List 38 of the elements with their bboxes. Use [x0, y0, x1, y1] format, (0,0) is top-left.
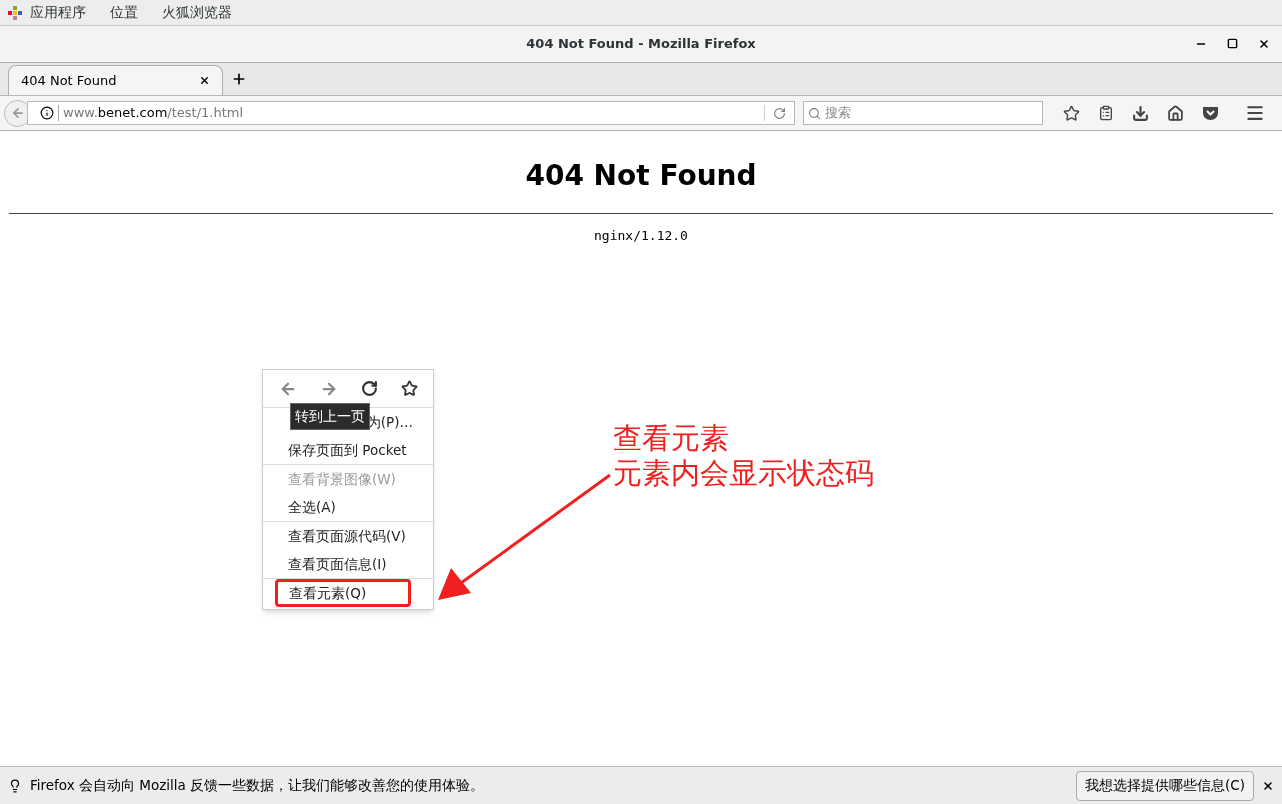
menu-item[interactable]: 全选(A) — [263, 493, 433, 521]
close-icon[interactable] — [199, 75, 210, 86]
menu-item[interactable]: 查看页面源代码(V) — [263, 522, 433, 550]
annotation-text: 查看元素 — [613, 421, 730, 456]
address-field[interactable]: www.benet.com/test/1.html — [27, 101, 795, 125]
maximize-icon[interactable] — [1227, 38, 1238, 49]
menu-icon[interactable] — [1245, 103, 1265, 123]
new-tab-icon[interactable] — [231, 71, 247, 87]
notification-text: Firefox 会自动向 Mozilla 反馈一些数据，让我们能够改善您的使用体验。 — [30, 776, 486, 796]
bookmark-star-icon[interactable] — [400, 380, 418, 397]
window-title: 404 Not Found - Mozilla Firefox — [526, 35, 756, 54]
clipboard-icon[interactable] — [1098, 105, 1114, 121]
menu-item[interactable]: 位置 — [110, 2, 138, 23]
choose-info-button[interactable]: 我想选择提供哪些信息(C) — [1076, 770, 1254, 801]
close-icon[interactable] — [1258, 38, 1270, 50]
search-icon — [808, 106, 821, 120]
server-text: nginx/1.12.0 — [594, 227, 688, 245]
reload-icon[interactable] — [360, 380, 378, 397]
url-text: www.benet.com/test/1.html — [63, 104, 245, 123]
close-icon[interactable] — [1262, 779, 1274, 792]
info-icon[interactable] — [40, 106, 54, 120]
menu-item[interactable]: 保存页面到 Pocket — [263, 436, 433, 464]
lightbulb-icon — [8, 778, 22, 793]
menu-item[interactable]: 查看元素(Q) — [275, 579, 411, 607]
menu-item[interactable]: 应用程序 — [30, 2, 86, 23]
back-icon — [10, 106, 25, 120]
bookmark-star-icon[interactable] — [1063, 104, 1080, 122]
menu-item[interactable]: 查看页面信息(I) — [263, 550, 433, 578]
shield-icon[interactable] — [1202, 105, 1219, 121]
annotation-text: 元素内会显示状态码 — [613, 455, 874, 491]
tooltip: 转到上一页 — [290, 403, 370, 430]
browser-tab[interactable]: 404 Not Found — [8, 65, 223, 95]
search-field[interactable]: 搜索 — [803, 101, 1043, 125]
menu-item[interactable]: 火狐浏览器 — [162, 2, 232, 23]
download-icon[interactable] — [1132, 104, 1149, 122]
page-heading: 404 Not Found — [525, 158, 757, 194]
home-icon[interactable] — [1167, 104, 1184, 122]
app-grid-icon — [8, 5, 22, 20]
